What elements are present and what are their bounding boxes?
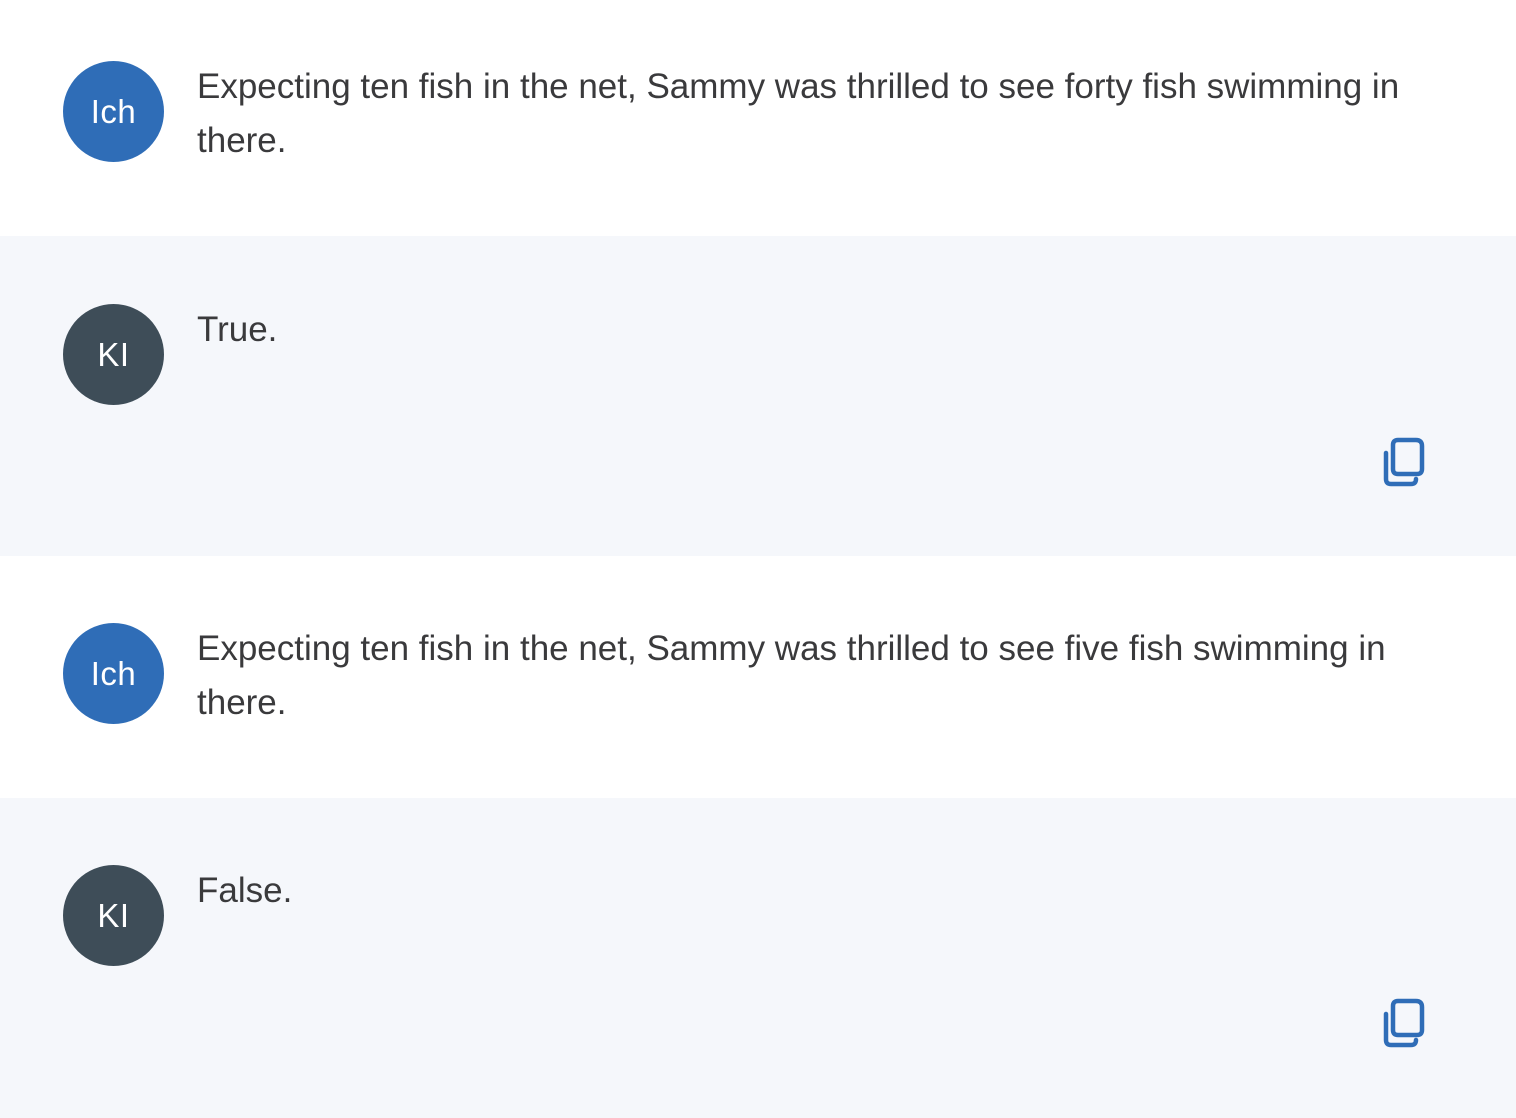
ai-avatar: KI xyxy=(63,304,164,405)
user-message: Ich Expecting ten fish in the net, Sammy… xyxy=(0,0,1516,236)
user-message: Ich Expecting ten fish in the net, Sammy… xyxy=(0,556,1516,798)
avatar-label: Ich xyxy=(90,92,137,130)
copy-button[interactable] xyxy=(1379,436,1427,488)
message-text: Expecting ten fish in the net, Sammy was… xyxy=(197,629,1386,722)
copy-icon xyxy=(1383,437,1425,487)
avatar-label: Ich xyxy=(90,654,137,692)
user-avatar: Ich xyxy=(63,623,164,724)
copy-icon xyxy=(1383,998,1425,1048)
ai-message: KI True. xyxy=(0,236,1516,556)
message-text: False. xyxy=(197,871,293,910)
ai-avatar: KI xyxy=(63,865,164,966)
avatar-label: KI xyxy=(97,896,130,934)
copy-button[interactable] xyxy=(1379,997,1427,1049)
avatar-label: KI xyxy=(97,335,130,373)
chat-thread: Ich Expecting ten fish in the net, Sammy… xyxy=(0,0,1516,1118)
message-text: True. xyxy=(197,310,278,349)
message-text: Expecting ten fish in the net, Sammy was… xyxy=(197,67,1400,160)
ai-message: KI False. xyxy=(0,798,1516,1118)
user-avatar: Ich xyxy=(63,61,164,162)
